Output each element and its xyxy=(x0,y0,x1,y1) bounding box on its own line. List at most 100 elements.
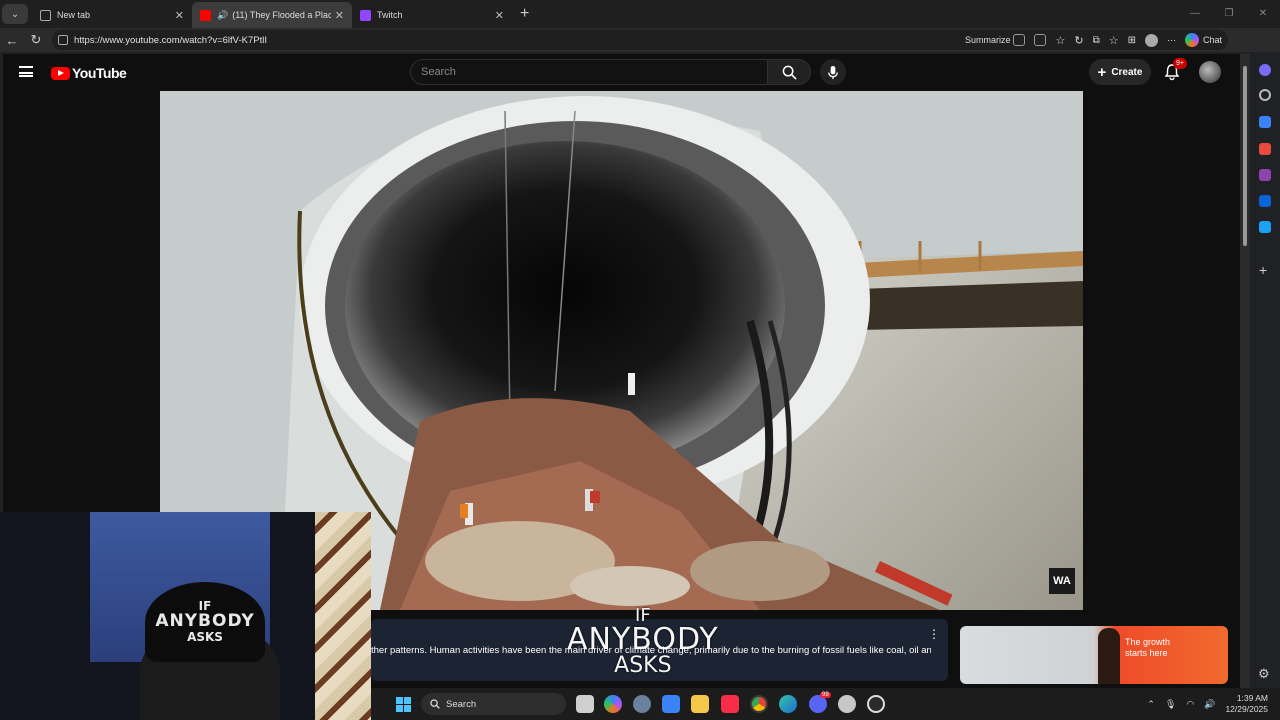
caption-logo-line: ASKS xyxy=(614,653,672,678)
app-available-icon[interactable] xyxy=(1034,34,1047,46)
ad-person-image xyxy=(1098,628,1120,684)
copilot-icon xyxy=(1184,33,1199,47)
close-window-icon[interactable]: ✕ xyxy=(1246,0,1280,26)
sidebar-settings-icon[interactable]: ⚙ xyxy=(1258,666,1270,682)
copilot-chat-button[interactable]: Chat xyxy=(1184,33,1222,47)
settings-app-icon[interactable] xyxy=(633,695,651,713)
youtube-header: YouTube Search + Create 9+ xyxy=(3,54,1240,90)
more-menu-icon[interactable]: ⋯ xyxy=(1167,35,1176,46)
favorite-star-icon[interactable]: ☆ xyxy=(1055,34,1065,47)
microphone-tray-icon[interactable]: 🎙 xyxy=(1165,699,1176,710)
caption-logo: IF ANYBODY ASKS xyxy=(567,607,719,677)
tools-icon[interactable] xyxy=(1259,143,1271,155)
copilot-app-icon[interactable] xyxy=(604,695,622,713)
extensions-icon[interactable]: ⧉ xyxy=(1093,35,1100,46)
edge-sidebar: + ⚙ xyxy=(1250,54,1280,688)
tab-youtube[interactable]: 🔊 (11) They Flooded a Place Tha ✕ xyxy=(192,2,352,28)
shopping-icon[interactable] xyxy=(1259,116,1271,128)
tab-label: (11) They Flooded a Place Tha xyxy=(232,10,331,20)
url-text: https://www.youtube.com/watch?v=6lfV-K7P… xyxy=(74,34,267,46)
music-app-icon[interactable] xyxy=(721,695,739,713)
new-tab-button[interactable]: + xyxy=(520,5,529,23)
summarize-icon xyxy=(1013,34,1026,46)
create-label: Create xyxy=(1111,66,1143,78)
refresh-page-icon[interactable]: ↻ xyxy=(1074,34,1083,47)
tab-actions-menu[interactable]: ⌄ xyxy=(2,4,28,24)
edge-icon[interactable] xyxy=(779,695,797,713)
clock[interactable]: 1:39 AM 12/29/2025 xyxy=(1225,693,1268,714)
webcam-overlay: IF ANYBODY ASKS xyxy=(0,512,371,720)
taskbar: Search 99 ⌃ 🎙 ◠ 🔊 1:39 AM 12/29/2025 xyxy=(371,688,1280,720)
close-tab-icon[interactable]: ✕ xyxy=(335,9,344,22)
clock-date: 12/29/2025 xyxy=(1225,704,1268,714)
collections-icon[interactable]: ⊞ xyxy=(1128,35,1136,46)
close-tab-icon[interactable]: ✕ xyxy=(495,9,504,22)
create-button[interactable]: + Create xyxy=(1089,59,1151,85)
copilot-sidebar-icon[interactable] xyxy=(1259,64,1271,76)
beanie-text-line: ASKS xyxy=(187,629,223,644)
window-controls: — ❐ ✕ xyxy=(1178,0,1280,26)
tab-label: New tab xyxy=(57,10,91,20)
task-view-icon[interactable] xyxy=(576,695,594,713)
restore-icon[interactable]: ❐ xyxy=(1212,0,1246,26)
navigation-bar: ← ↻ https://www.youtube.com/watch?v=6lfV… xyxy=(0,28,1280,52)
taskbar-search-label: Search xyxy=(446,698,477,710)
chat-label: Chat xyxy=(1202,35,1222,45)
beanie-logo: IF ANYBODY ASKS xyxy=(145,582,265,662)
favorites-icon[interactable]: ☆ xyxy=(1109,34,1119,47)
tab-strip: ⌄ New tab ✕ 🔊 (11) They Flooded a Place … xyxy=(0,0,1280,28)
wifi-icon[interactable]: ◠ xyxy=(1186,699,1194,710)
system-tray: ⌃ 🎙 ◠ 🔊 1:39 AM 12/29/2025 xyxy=(1147,688,1280,720)
taskbar-search[interactable]: Search xyxy=(421,693,566,715)
search-button[interactable] xyxy=(767,59,811,85)
windows-start-icon[interactable] xyxy=(396,697,411,712)
file-explorer-icon[interactable] xyxy=(691,695,709,713)
tab-new-tab[interactable]: New tab ✕ xyxy=(32,2,192,28)
search-input[interactable]: Search xyxy=(410,59,768,85)
volume-icon[interactable]: 🔊 xyxy=(1204,699,1215,710)
page-scrollbar[interactable] xyxy=(1240,54,1250,688)
discord-badge: 99 xyxy=(820,692,831,698)
youtube-play-icon xyxy=(51,66,70,80)
summarize-button[interactable]: Summarize xyxy=(965,34,1026,46)
minimize-icon[interactable]: — xyxy=(1178,0,1212,26)
hamburger-menu-icon[interactable] xyxy=(19,66,33,77)
account-avatar[interactable] xyxy=(1199,61,1221,83)
tab-twitch[interactable]: Twitch ✕ xyxy=(352,2,512,28)
channel-watermark[interactable]: WA xyxy=(1049,568,1075,594)
search-icon xyxy=(782,65,797,80)
store-app-icon[interactable] xyxy=(662,695,680,713)
ad-card[interactable]: The growth starts here xyxy=(960,626,1228,684)
more-options-icon[interactable]: ⋮ xyxy=(928,627,940,641)
site-info-icon[interactable] xyxy=(58,35,68,45)
show-hidden-icons-icon[interactable]: ⌃ xyxy=(1147,699,1155,710)
steam-icon[interactable] xyxy=(838,695,856,713)
scrollbar-thumb[interactable] xyxy=(1243,66,1247,246)
youtube-logo[interactable]: YouTube xyxy=(51,65,127,81)
address-bar[interactable]: https://www.youtube.com/watch?v=6lfV-K7P… xyxy=(52,30,1228,50)
add-sidebar-app-icon[interactable]: + xyxy=(1259,262,1267,278)
youtube-icon xyxy=(200,9,211,21)
twitch-icon xyxy=(360,9,371,21)
media-player-icon[interactable] xyxy=(867,695,885,713)
beanie-text-line: ANYBODY xyxy=(155,611,255,632)
refresh-icon[interactable]: ↻ xyxy=(24,32,48,48)
youtube-wordmark: YouTube xyxy=(72,65,127,81)
profile-icon[interactable] xyxy=(1144,33,1158,47)
search-sidebar-icon[interactable] xyxy=(1259,89,1271,101)
notification-badge: 9+ xyxy=(1173,58,1187,69)
games-icon[interactable] xyxy=(1259,169,1271,181)
plus-icon: + xyxy=(1097,63,1107,81)
voice-search-button[interactable] xyxy=(820,59,846,85)
chrome-icon[interactable] xyxy=(750,695,768,713)
tab-label: Twitch xyxy=(377,10,403,20)
outlook-icon[interactable] xyxy=(1259,195,1271,207)
back-icon[interactable]: ← xyxy=(0,33,24,48)
caption-banner: IF ANYBODY ASKS ther patterns. Human act… xyxy=(371,607,948,681)
close-tab-icon[interactable]: ✕ xyxy=(175,9,184,22)
caption-text: ther patterns. Human activities have bee… xyxy=(371,645,931,656)
ad-text-line: The growth xyxy=(1125,637,1171,647)
send-icon[interactable] xyxy=(1259,221,1271,233)
summarize-label: Summarize xyxy=(964,35,1011,45)
speaker-icon[interactable]: 🔊 xyxy=(217,10,228,21)
